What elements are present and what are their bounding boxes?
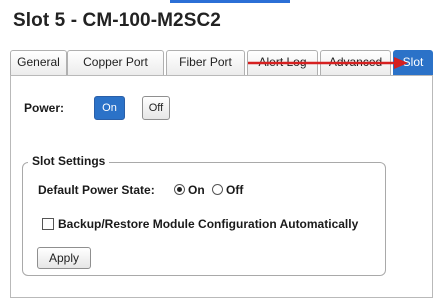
default-power-off-label[interactable]: Off xyxy=(226,183,243,197)
tab-label: Alert Log xyxy=(258,55,307,69)
tab-label: Advanced xyxy=(328,55,383,69)
tab-bar: General Copper Port Fiber Port Alert Log… xyxy=(10,50,433,76)
tab-slot[interactable]: Slot xyxy=(393,50,433,76)
apply-button[interactable]: Apply xyxy=(37,247,91,269)
tab-fiber-port[interactable]: Fiber Port xyxy=(166,50,245,75)
default-power-state-label: Default Power State: xyxy=(38,183,155,197)
power-on-button[interactable]: On xyxy=(94,96,125,120)
tab-label: Fiber Port xyxy=(179,55,232,69)
backup-restore-checkbox[interactable] xyxy=(42,218,54,230)
page-title: Slot 5 - CM-100-M2SC2 xyxy=(13,10,221,31)
tab-label: Copper Port xyxy=(83,55,148,69)
tab-advanced[interactable]: Advanced xyxy=(320,50,391,75)
backup-restore-label[interactable]: Backup/Restore Module Configuration Auto… xyxy=(58,217,358,231)
top-edge-bar xyxy=(170,0,290,3)
default-power-off-radio[interactable] xyxy=(212,184,223,195)
tab-alert-log[interactable]: Alert Log xyxy=(247,50,318,75)
power-label: Power: xyxy=(24,101,65,115)
default-power-on-radio[interactable] xyxy=(174,184,185,195)
tab-label: General xyxy=(17,55,60,69)
default-power-on-label[interactable]: On xyxy=(188,183,205,197)
tab-copper-port[interactable]: Copper Port xyxy=(67,50,164,75)
tab-label: Slot xyxy=(402,55,424,69)
tab-general[interactable]: General xyxy=(10,50,67,75)
slot-settings-legend: Slot Settings xyxy=(28,154,110,168)
power-off-button[interactable]: Off xyxy=(142,96,170,120)
